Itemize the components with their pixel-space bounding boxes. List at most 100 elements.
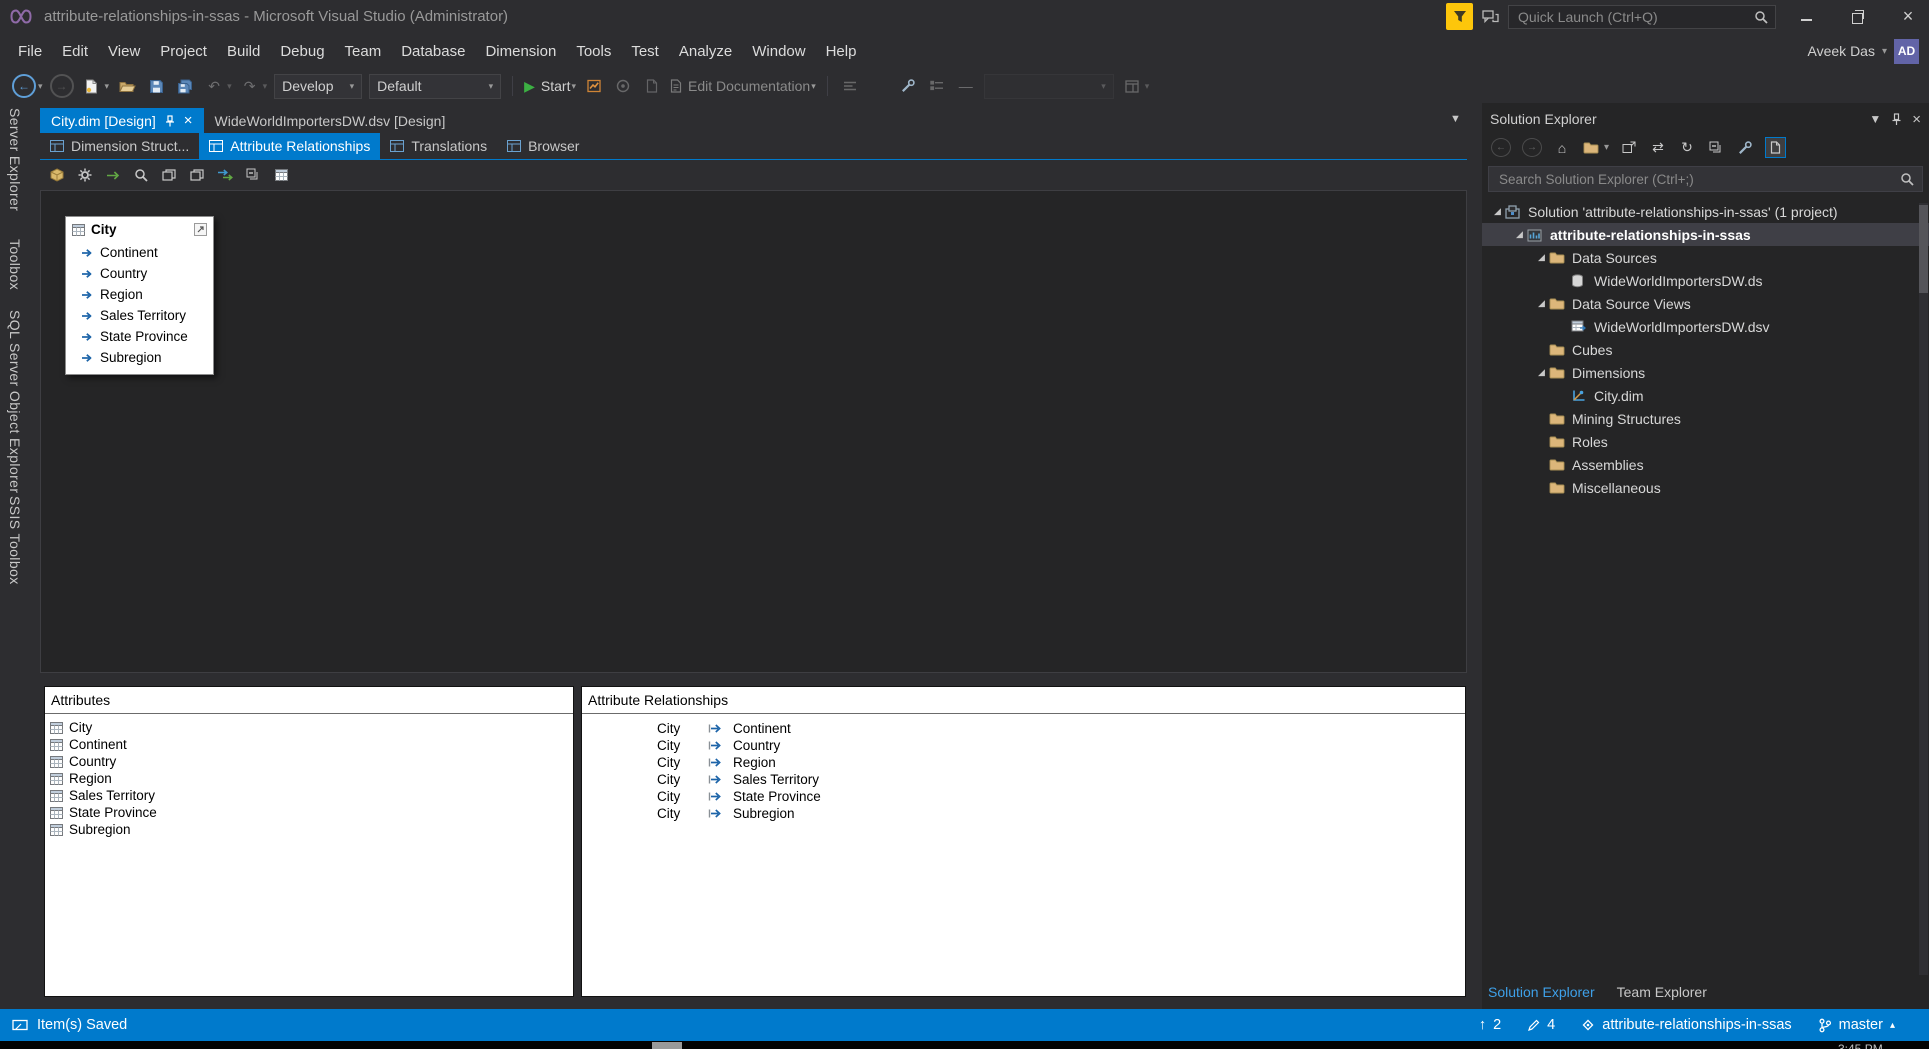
quick-launch-input[interactable]	[1516, 8, 1754, 26]
attribute-item-city[interactable]: City	[45, 719, 573, 736]
relationship-row-country[interactable]: CityCountry	[582, 737, 1465, 754]
search-icon[interactable]	[1754, 10, 1768, 24]
doc-tab-city-dim-design[interactable]: City.dim [Design]×	[40, 108, 204, 133]
grid-icon[interactable]	[272, 166, 290, 184]
save-button[interactable]	[145, 75, 167, 97]
user-name[interactable]: Aveek Das	[1808, 43, 1875, 59]
forward-icon[interactable]: →	[1522, 138, 1542, 157]
navigate-icon[interactable]	[104, 166, 122, 184]
close-button[interactable]: ×	[1887, 0, 1929, 33]
tree-item-roles[interactable]: Roles	[1482, 430, 1929, 453]
navigate-back-button[interactable]: ←	[12, 74, 36, 98]
pin-icon[interactable]	[1891, 113, 1902, 126]
tree-item-attribute-relationships-in-ssas[interactable]: ◢attribute-relationships-in-ssas	[1482, 223, 1929, 246]
taskbar-app-icon[interactable]	[652, 1042, 682, 1049]
expand-arrow-icon[interactable]: ◢	[1534, 367, 1549, 378]
align-list-icon[interactable]	[839, 75, 861, 97]
designer-tab-dimension-struct[interactable]: Dimension Struct...	[40, 133, 199, 159]
scope-to-this-icon[interactable]	[1620, 138, 1638, 157]
attribute-item-country[interactable]: Country	[45, 753, 573, 770]
side-tab-toolbox[interactable]: Toolbox	[7, 239, 23, 290]
navigate-back-caret-icon[interactable]: ▾	[38, 81, 43, 92]
new-item-button[interactable]	[81, 75, 103, 97]
tool-tab-solution-explorer[interactable]: Solution Explorer	[1488, 984, 1595, 1000]
window-position-caret-icon[interactable]: ▼	[1869, 112, 1881, 126]
attribute-item-state-province[interactable]: State Province	[45, 804, 573, 821]
close-icon[interactable]: ×	[1912, 111, 1921, 128]
start-button[interactable]: ▶ Start ▾	[524, 78, 576, 95]
undo-caret-icon[interactable]: ▾	[227, 81, 232, 92]
empty-combo-dropdown[interactable]: ▾	[984, 74, 1114, 99]
tree-item-miscellaneous[interactable]: Miscellaneous	[1482, 476, 1929, 499]
node-attribute-region[interactable]: Region	[66, 284, 213, 305]
node-attribute-subregion[interactable]: Subregion	[66, 347, 213, 368]
gear-icon[interactable]	[76, 166, 94, 184]
navigate-forward-button[interactable]: →	[50, 74, 74, 98]
designer-tab-translations[interactable]: Translations	[380, 133, 497, 159]
send-feedback-icon[interactable]	[1482, 10, 1499, 24]
tree-item-city-dim[interactable]: City.dim	[1482, 384, 1929, 407]
menu-test[interactable]: Test	[621, 33, 669, 69]
menu-view[interactable]: View	[98, 33, 150, 69]
tree-item-mining-structures[interactable]: Mining Structures	[1482, 407, 1929, 430]
dimension-node-city[interactable]: City ContinentCountryRegionSales Territo…	[65, 216, 214, 375]
expand-node-icon[interactable]	[194, 223, 207, 236]
side-tab-sql-server-object-explorer[interactable]: SQL Server Object Explorer	[7, 310, 23, 493]
uncommitted-edits-indicator[interactable]: 4	[1527, 1017, 1555, 1033]
open-file-button[interactable]	[116, 75, 138, 97]
design-surface[interactable]: City ContinentCountryRegionSales Territo…	[40, 190, 1467, 673]
minimize-button[interactable]	[1785, 0, 1827, 33]
new-item-caret-icon[interactable]: ▾	[105, 81, 110, 92]
tree-item-solution-attribute-relationships-in-ssas[interactable]: ◢Solution 'attribute-relationships-in-ss…	[1482, 200, 1929, 223]
redo-caret-icon[interactable]: ▾	[263, 81, 268, 92]
incoming-commits-indicator[interactable]: ↑ 2	[1479, 1017, 1501, 1033]
doc-tab-wideworldimportersdw-dsv-design[interactable]: WideWorldImportersDW.dsv [Design]	[204, 108, 457, 133]
window-layout-caret-icon[interactable]: ▾	[1145, 81, 1150, 92]
side-tab-ssis-toolbox[interactable]: SSIS Toolbox	[7, 496, 23, 585]
node-attribute-continent[interactable]: Continent	[66, 242, 213, 263]
tree-item-dimensions[interactable]: ◢Dimensions	[1482, 361, 1929, 384]
save-all-button[interactable]	[174, 75, 196, 97]
refresh-icon[interactable]: ↻	[1678, 138, 1696, 157]
close-icon[interactable]: ×	[184, 113, 193, 128]
list-members-icon[interactable]	[926, 75, 948, 97]
attribute-item-continent[interactable]: Continent	[45, 736, 573, 753]
expand-arrow-icon[interactable]: ◢	[1512, 229, 1527, 240]
expand-arrow-icon[interactable]: ◢	[1490, 206, 1505, 217]
menu-team[interactable]: Team	[335, 33, 392, 69]
tree-item-cubes[interactable]: Cubes	[1482, 338, 1929, 361]
relationship-row-sales-territory[interactable]: CitySales Territory	[582, 771, 1465, 788]
pin-icon[interactable]	[165, 115, 175, 127]
tab-list-caret-icon[interactable]: ▼	[1450, 113, 1461, 125]
relationship-row-subregion[interactable]: CitySubregion	[582, 805, 1465, 822]
restore-button[interactable]	[1836, 0, 1878, 33]
solution-search-input[interactable]	[1497, 171, 1900, 188]
copy-window-icon[interactable]	[188, 166, 206, 184]
menu-help[interactable]: Help	[816, 33, 867, 69]
repository-indicator[interactable]: attribute-relationships-in-ssas	[1581, 1017, 1791, 1033]
user-avatar[interactable]: AD	[1894, 39, 1919, 64]
tree-item-data-source-views[interactable]: ◢Data Source Views	[1482, 292, 1929, 315]
home-icon[interactable]: ⌂	[1553, 138, 1571, 157]
document-icon[interactable]	[641, 75, 663, 97]
edit-documentation-button[interactable]: Edit Documentation ▾	[670, 78, 816, 94]
menu-tools[interactable]: Tools	[566, 33, 621, 69]
menu-build[interactable]: Build	[217, 33, 270, 69]
zoom-icon[interactable]	[132, 166, 150, 184]
search-icon[interactable]	[1900, 172, 1914, 186]
expand-arrow-icon[interactable]: ◢	[1534, 252, 1549, 263]
user-menu-caret-icon[interactable]: ▾	[1882, 46, 1887, 57]
expand-arrow-icon[interactable]: ◢	[1534, 298, 1549, 309]
windows-taskbar[interactable]: 3:45 PM	[0, 1041, 1929, 1049]
undo-button[interactable]: ↶	[203, 75, 225, 97]
arrange-shapes-icon[interactable]	[244, 166, 262, 184]
relationship-row-state-province[interactable]: CityState Province	[582, 788, 1465, 805]
menu-debug[interactable]: Debug	[270, 33, 334, 69]
branch-indicator[interactable]: master ▴	[1818, 1017, 1895, 1033]
collapse-all-icon[interactable]	[1707, 138, 1725, 157]
attribute-item-subregion[interactable]: Subregion	[45, 821, 573, 838]
tree-item-data-sources[interactable]: ◢Data Sources	[1482, 246, 1929, 269]
back-icon[interactable]: ←	[1491, 138, 1511, 157]
process-cube-icon[interactable]	[48, 166, 66, 184]
designer-tab-attribute-relationships[interactable]: Attribute Relationships	[199, 133, 380, 159]
